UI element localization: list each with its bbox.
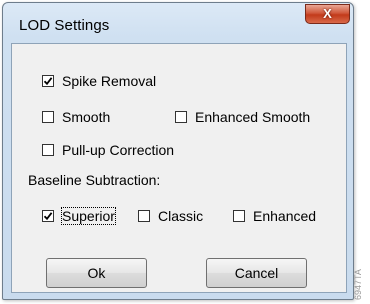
spike-removal-label: Spike Removal — [62, 73, 157, 89]
pullup-correction-label: Pull-up Correction — [62, 142, 175, 158]
cancel-button[interactable]: Cancel — [206, 258, 307, 288]
checkbox-unchecked-icon[interactable] — [42, 111, 54, 123]
ok-button[interactable]: Ok — [46, 258, 147, 288]
superior-label: Superior — [61, 207, 116, 225]
enhanced-smooth-label: Enhanced Smooth — [195, 109, 311, 125]
classic-checkbox[interactable]: Classic — [138, 208, 203, 224]
baseline-subtraction-heading: Baseline Subtraction: — [28, 172, 161, 188]
checkbox-checked-icon[interactable] — [42, 75, 54, 87]
close-button[interactable]: X — [305, 4, 350, 24]
dialog-body: Spike Removal Smooth Enhanced Smooth Pul… — [11, 43, 347, 293]
checkbox-unchecked-icon[interactable] — [233, 210, 245, 222]
enhanced-label: Enhanced — [253, 208, 317, 224]
checkbox-unchecked-icon[interactable] — [138, 210, 150, 222]
window-title: LOD Settings — [19, 17, 110, 34]
smooth-checkbox[interactable]: Smooth — [42, 109, 110, 125]
enhanced-checkbox[interactable]: Enhanced — [233, 208, 316, 224]
smooth-label: Smooth — [62, 109, 111, 125]
superior-checkbox[interactable]: Superior — [42, 207, 116, 225]
checkbox-unchecked-icon[interactable] — [175, 111, 187, 123]
enhanced-smooth-checkbox[interactable]: Enhanced Smooth — [175, 109, 310, 125]
classic-label: Classic — [158, 208, 204, 224]
lod-settings-dialog: LOD Settings X Spike Removal Smooth Enha… — [2, 2, 354, 300]
checkbox-unchecked-icon[interactable] — [42, 144, 54, 156]
figure-id-watermark: 6947TA — [353, 269, 363, 300]
checkbox-checked-icon[interactable] — [42, 210, 54, 222]
pullup-correction-checkbox[interactable]: Pull-up Correction — [42, 142, 174, 158]
spike-removal-checkbox[interactable]: Spike Removal — [42, 73, 156, 89]
